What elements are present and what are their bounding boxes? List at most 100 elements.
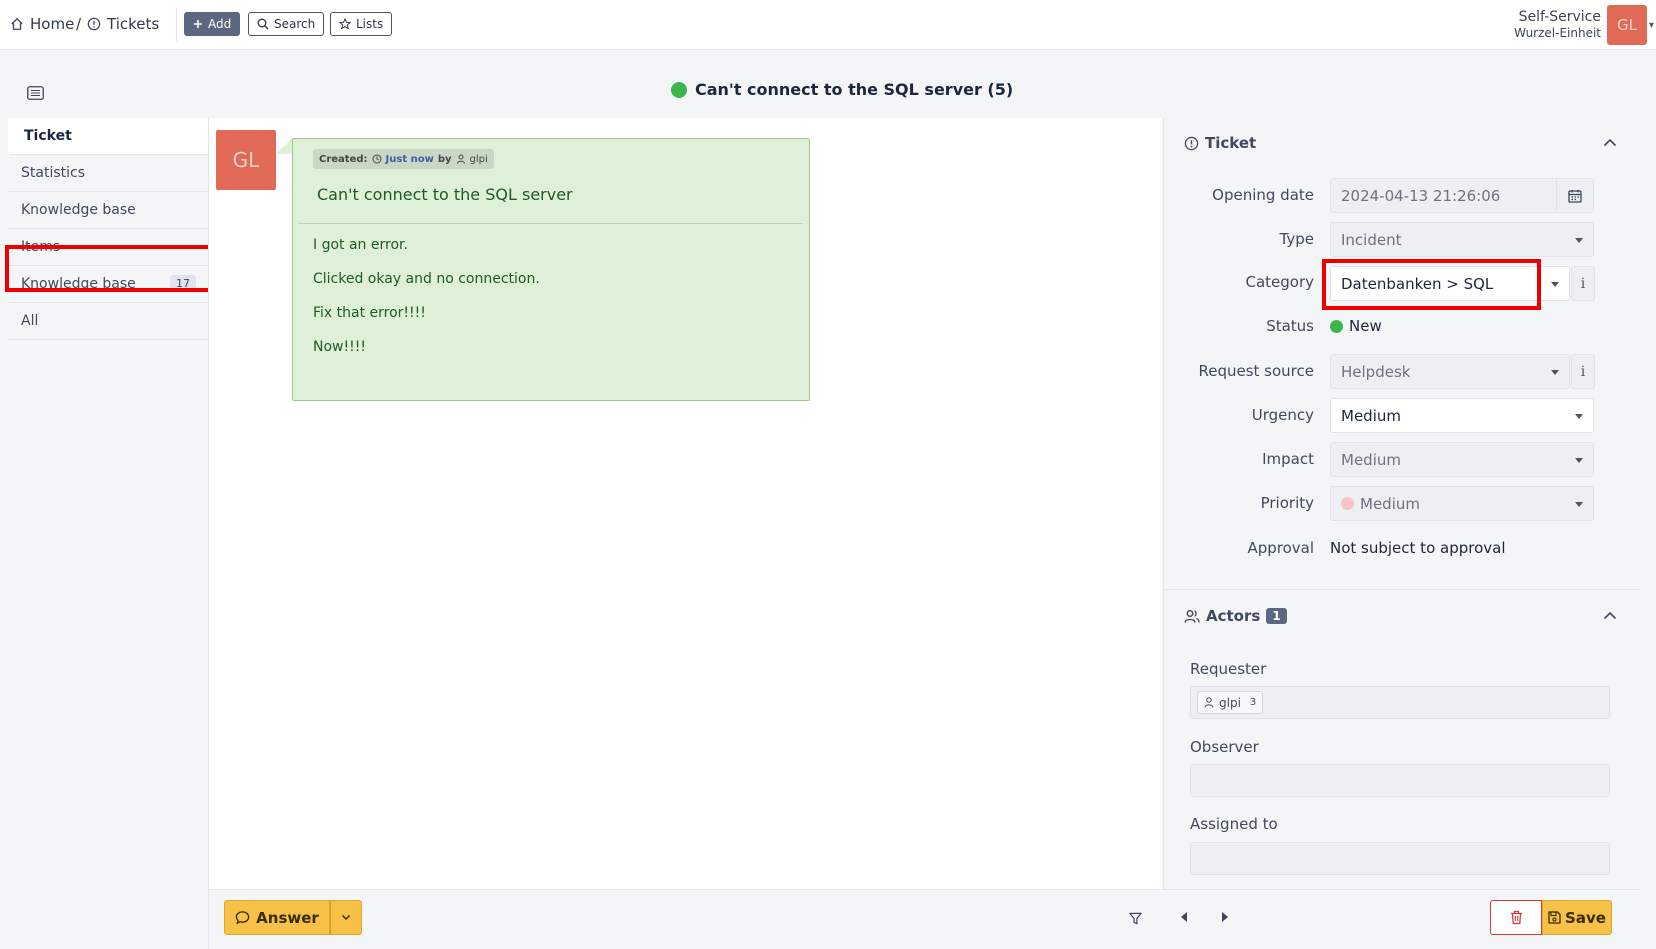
plus-icon bbox=[193, 19, 203, 29]
breadcrumb-tickets[interactable]: Tickets bbox=[87, 15, 159, 33]
opening-date-input[interactable]: 2024-04-13 21:26:06 bbox=[1330, 178, 1594, 213]
impact-select[interactable]: Medium bbox=[1330, 442, 1594, 477]
list-toggle-icon[interactable] bbox=[27, 86, 44, 100]
request-source-label: Request source bbox=[1198, 362, 1314, 380]
answer-dropdown-toggle[interactable] bbox=[330, 900, 362, 935]
chevron-up-icon[interactable] bbox=[1603, 611, 1617, 620]
caret-down-icon bbox=[1575, 502, 1583, 507]
author-avatar: GL bbox=[216, 130, 276, 190]
comment-icon bbox=[235, 910, 250, 925]
content-line: Fix that error!!!! bbox=[313, 305, 426, 321]
tab-items[interactable]: Items bbox=[8, 229, 208, 266]
priority-color-icon bbox=[1341, 497, 1354, 510]
tab-all[interactable]: All bbox=[8, 303, 208, 340]
category-label: Category bbox=[1245, 273, 1314, 291]
tab-label: Items bbox=[21, 239, 61, 255]
bubble-divider bbox=[299, 223, 803, 224]
category-select[interactable]: Datenbanken > SQL bbox=[1330, 266, 1570, 301]
actors-count-badge: 1 bbox=[1266, 608, 1287, 624]
status-label: Status bbox=[1266, 317, 1314, 335]
request-source-info-button[interactable]: i bbox=[1571, 354, 1595, 389]
star-icon bbox=[339, 18, 351, 30]
caret-down-icon bbox=[1575, 458, 1583, 463]
requester-chip[interactable]: glpi 3 bbox=[1197, 691, 1264, 714]
chevron-up-icon[interactable] bbox=[1603, 138, 1617, 147]
breadcrumb-home-label: Home bbox=[30, 15, 75, 33]
type-label: Type bbox=[1279, 230, 1314, 248]
priority-select[interactable]: Medium bbox=[1330, 486, 1594, 521]
lists-button-label: Lists bbox=[356, 17, 384, 31]
ticket-section-title: Ticket bbox=[1205, 134, 1257, 152]
delete-button[interactable] bbox=[1490, 900, 1542, 935]
requester-ticket-count: 3 bbox=[1249, 697, 1257, 708]
by-label: by bbox=[437, 153, 452, 165]
requester-label: Requester bbox=[1190, 660, 1267, 678]
tab-knowledge-base[interactable]: Knowledge base bbox=[8, 192, 208, 229]
chevron-down-icon bbox=[341, 914, 351, 921]
save-icon bbox=[1548, 911, 1561, 924]
created-by-user[interactable]: glpi bbox=[470, 154, 488, 165]
previous-arrow-icon[interactable] bbox=[1181, 912, 1187, 922]
priority-value: Medium bbox=[1360, 494, 1420, 513]
filter-icon[interactable] bbox=[1128, 911, 1143, 926]
user-profile: Self-Service bbox=[1518, 9, 1601, 25]
content-line: Clicked okay and no connection. bbox=[313, 271, 540, 287]
trash-icon bbox=[1510, 910, 1523, 925]
breadcrumb-home[interactable]: Home bbox=[10, 15, 74, 33]
impact-value: Medium bbox=[1341, 450, 1401, 469]
calendar-icon[interactable] bbox=[1556, 179, 1593, 212]
caret-down-icon bbox=[1575, 238, 1583, 243]
assigned-to-label: Assigned to bbox=[1190, 815, 1278, 833]
lists-button[interactable]: Lists bbox=[330, 12, 393, 36]
category-info-button[interactable]: i bbox=[1571, 266, 1595, 301]
tab-label: All bbox=[21, 313, 39, 329]
users-icon bbox=[1184, 609, 1200, 624]
observer-label: Observer bbox=[1190, 738, 1259, 756]
left-tab-nav: Ticket Statistics Knowledge base Items K… bbox=[8, 118, 208, 340]
status-new-icon bbox=[671, 81, 687, 98]
requester-field[interactable]: glpi 3 bbox=[1190, 686, 1610, 719]
answer-button[interactable]: Answer bbox=[224, 900, 330, 935]
chevron-down-icon[interactable]: ▾ bbox=[1649, 20, 1654, 31]
content-line: Now!!!! bbox=[313, 339, 366, 355]
caret-down-icon bbox=[1551, 282, 1559, 287]
breadcrumb-separator: / bbox=[76, 15, 82, 33]
observer-field[interactable] bbox=[1190, 764, 1610, 797]
search-button[interactable]: Search bbox=[248, 12, 325, 36]
assigned-to-field[interactable] bbox=[1190, 842, 1610, 875]
breadcrumb-tickets-label: Tickets bbox=[107, 15, 160, 33]
count-badge: 17 bbox=[170, 275, 196, 292]
actors-section-header[interactable]: Actors 1 bbox=[1184, 607, 1287, 625]
add-button[interactable]: Add bbox=[184, 12, 241, 36]
search-button-label: Search bbox=[274, 17, 316, 31]
ticket-item-title: Can't connect to the SQL server bbox=[317, 185, 573, 204]
tab-knowledge-base-linked[interactable]: Knowledge base 17 bbox=[8, 266, 208, 303]
created-meta: Created: Just now by glpi bbox=[313, 149, 494, 169]
type-value: Incident bbox=[1341, 230, 1402, 249]
category-value: Datenbanken > SQL bbox=[1341, 274, 1494, 293]
save-button[interactable]: Save bbox=[1542, 900, 1612, 935]
tab-statistics[interactable]: Statistics bbox=[8, 155, 208, 192]
tab-ticket[interactable]: Ticket bbox=[8, 118, 208, 155]
clock-icon bbox=[372, 154, 382, 164]
header-divider bbox=[176, 8, 177, 42]
created-time-link[interactable]: Just now bbox=[386, 154, 434, 165]
home-icon bbox=[10, 17, 24, 31]
ticket-section-header[interactable]: Ticket bbox=[1184, 134, 1256, 152]
type-select[interactable]: Incident bbox=[1330, 222, 1594, 257]
request-source-select[interactable]: Helpdesk bbox=[1330, 354, 1570, 389]
user-menu-text[interactable]: Self-Service Wurzel-Einheit bbox=[1514, 9, 1601, 40]
bubble-arrow bbox=[276, 138, 292, 154]
user-avatar[interactable]: GL bbox=[1607, 5, 1647, 45]
status-value[interactable]: New bbox=[1330, 317, 1382, 335]
urgency-label: Urgency bbox=[1251, 406, 1314, 424]
next-arrow-icon[interactable] bbox=[1222, 912, 1228, 922]
created-label: Created: bbox=[319, 153, 368, 165]
opening-date-label: Opening date bbox=[1212, 186, 1314, 204]
actors-section-title: Actors bbox=[1206, 607, 1261, 625]
urgency-select[interactable]: Medium bbox=[1330, 398, 1594, 433]
tab-label: Knowledge base bbox=[21, 276, 136, 292]
requester-name: glpi bbox=[1219, 695, 1241, 710]
request-source-value: Helpdesk bbox=[1341, 362, 1411, 381]
tab-label: Ticket bbox=[24, 128, 72, 144]
